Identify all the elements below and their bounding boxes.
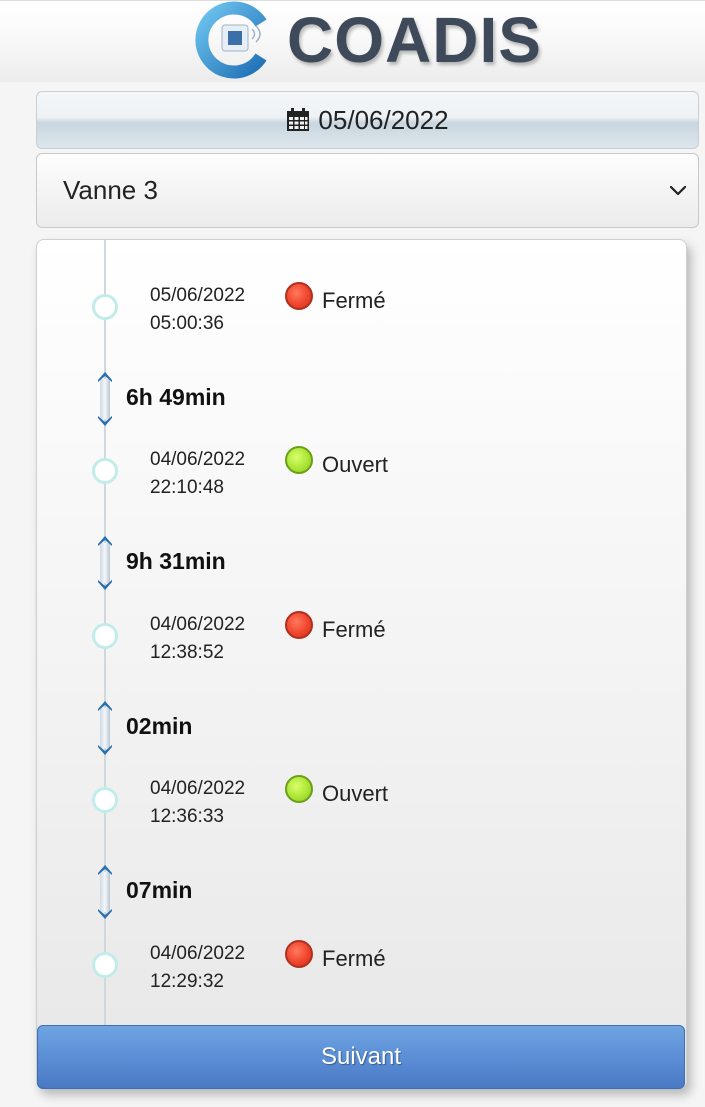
chevron-down-icon [669, 185, 687, 196]
timeline-node [92, 787, 118, 813]
timeline-event: 04/06/2022 12:36:33 Ouvert [37, 775, 686, 847]
coadis-logo-icon [195, 1, 273, 79]
duration-marker-icon [98, 701, 112, 755]
timeline-event: 04/06/2022 22:10:48 Ouvert [37, 446, 686, 518]
status-indicator-green [285, 775, 313, 803]
duration-marker-icon [98, 865, 112, 919]
timeline-node [92, 458, 118, 484]
timeline-node [92, 952, 118, 978]
event-status: Fermé [322, 288, 386, 313]
event-date: 04/06/2022 [150, 449, 246, 470]
event-time: 12:38:52 [150, 642, 224, 663]
status-indicator-red [285, 282, 313, 310]
status-indicator-green [285, 446, 313, 474]
app-header: COADIS [0, 0, 705, 82]
event-time: 05:00:36 [150, 313, 224, 334]
status-indicator-red [285, 940, 313, 968]
event-datetime: 05/06/2022 05:00:36 [150, 282, 245, 338]
duration-text: 6h 49min [126, 384, 226, 410]
brand-name: COADIS [287, 4, 542, 76]
event-status: Fermé [322, 617, 386, 642]
event-datetime: 04/06/2022 12:38:52 [150, 611, 245, 667]
event-date: 04/06/2022 [150, 778, 246, 799]
date-picker-button[interactable]: 05/06/2022 [36, 91, 699, 149]
valve-select-value: Vanne 3 [63, 175, 158, 205]
timeline-node [92, 623, 118, 649]
event-status: Ouvert [322, 452, 389, 477]
duration-marker-icon [98, 536, 112, 590]
timeline-panel: 05/06/2022 05:00:36 Fermé 6h 49min 04/06… [36, 239, 687, 1089]
event-date: 04/06/2022 [150, 943, 246, 964]
timeline-node [92, 294, 118, 320]
duration-marker-icon [98, 372, 112, 426]
event-datetime: 04/06/2022 12:29:32 [150, 940, 245, 996]
event-date: 04/06/2022 [150, 614, 246, 635]
duration-text: 02min [126, 713, 193, 739]
timeline-duration: 02min [37, 698, 686, 758]
timeline-event: 04/06/2022 12:29:32 Fermé [37, 940, 686, 1012]
logo: COADIS [195, 1, 542, 79]
event-datetime: 04/06/2022 12:36:33 [150, 775, 245, 831]
event-time: 12:36:33 [150, 806, 224, 827]
event-datetime: 04/06/2022 22:10:48 [150, 446, 245, 502]
duration-text: 07min [126, 877, 193, 903]
calendar-icon [287, 108, 310, 131]
next-button[interactable]: Suivant [37, 1025, 685, 1089]
valve-select[interactable]: Vanne 3 [36, 153, 699, 228]
timeline-duration: 07min [37, 862, 686, 922]
event-time: 12:29:32 [150, 971, 224, 992]
event-time: 22:10:48 [150, 477, 224, 498]
timeline-duration: 6h 49min [37, 369, 686, 429]
timeline-event: 05/06/2022 05:00:36 Fermé [37, 282, 686, 354]
event-status: Fermé [322, 946, 386, 971]
event-status: Ouvert [322, 781, 389, 806]
duration-text: 9h 31min [126, 548, 226, 574]
timeline-duration: 9h 31min [37, 533, 686, 593]
timeline-event: 04/06/2022 12:38:52 Fermé [37, 611, 686, 683]
status-indicator-red [285, 611, 313, 639]
date-label: 05/06/2022 [318, 104, 449, 135]
event-date: 05/06/2022 [150, 285, 246, 306]
